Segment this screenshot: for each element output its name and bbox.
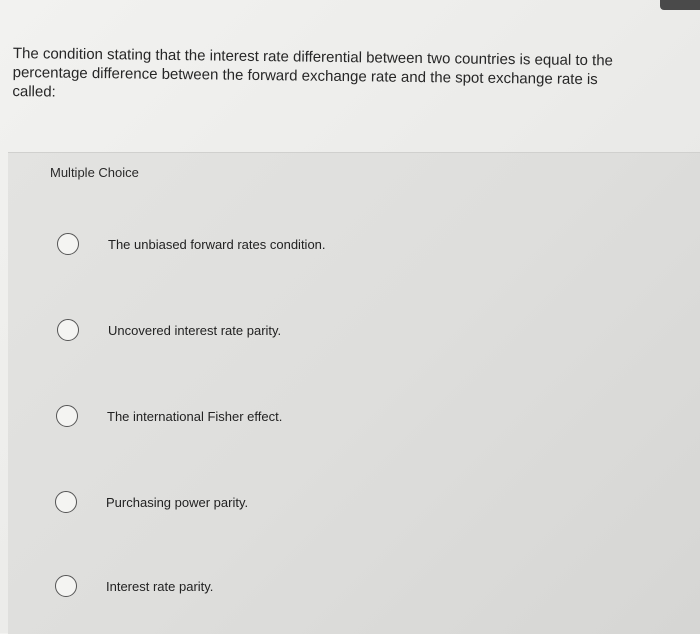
answer-option[interactable]: The international Fisher effect.	[56, 405, 282, 427]
top-right-button-edge[interactable]	[660, 0, 700, 10]
answer-option-label: The unbiased forward rates condition.	[108, 236, 326, 252]
multiple-choice-panel	[8, 152, 700, 634]
question-text: The condition stating that the interest …	[12, 44, 614, 101]
multiple-choice-label: Multiple Choice	[50, 165, 139, 180]
answer-option[interactable]: Uncovered interest rate parity.	[57, 319, 281, 341]
answer-option[interactable]: Purchasing power parity.	[55, 491, 248, 513]
radio-button[interactable]	[57, 319, 79, 341]
answer-option[interactable]: The unbiased forward rates condition.	[57, 233, 326, 255]
answer-option-label: Interest rate parity.	[106, 578, 214, 594]
answer-option[interactable]: Interest rate parity.	[55, 575, 213, 597]
radio-button[interactable]	[55, 575, 77, 597]
radio-button[interactable]	[55, 491, 77, 513]
radio-button[interactable]	[56, 405, 78, 427]
answer-option-label: Uncovered interest rate parity.	[108, 322, 282, 338]
answer-option-label: The international Fisher effect.	[107, 408, 283, 424]
answer-option-label: Purchasing power parity.	[106, 494, 249, 510]
radio-button[interactable]	[57, 233, 79, 255]
